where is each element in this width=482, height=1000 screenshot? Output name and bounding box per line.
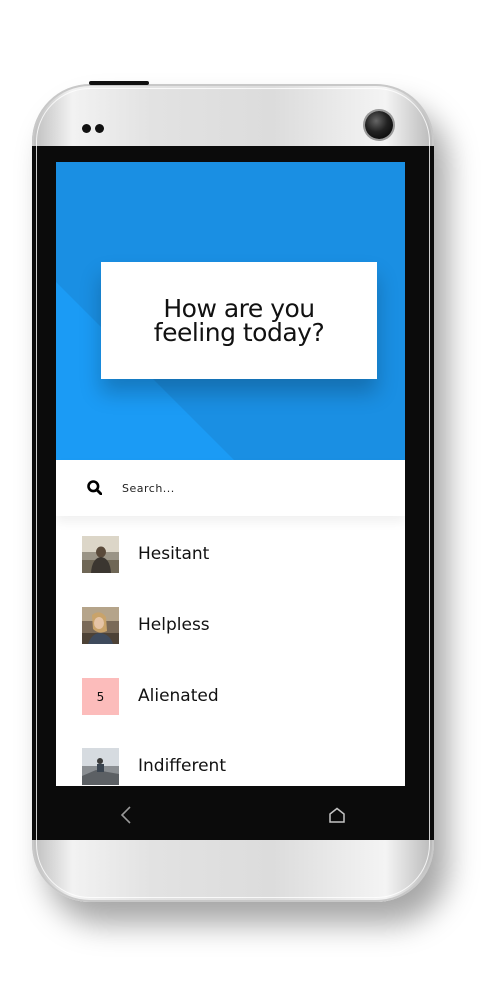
speaker-dots [82, 124, 104, 133]
front-camera-icon [365, 111, 393, 139]
search-icon[interactable] [87, 480, 102, 495]
search-input[interactable] [122, 478, 382, 498]
number-badge: 5 [82, 678, 119, 715]
mood-label: Indifferent [138, 756, 226, 776]
stage: How are you feeling today? Search... Hes… [0, 0, 482, 1000]
hero-banner: How are you feeling today? [56, 162, 405, 460]
hero-card: How are you feeling today? [101, 262, 377, 379]
list-item-indifferent[interactable]: Indifferent [56, 748, 405, 786]
chevron-left-icon[interactable] [119, 804, 133, 826]
list-item-hesitant[interactable]: Hesitant [56, 536, 405, 596]
mood-label: Helpless [138, 615, 210, 635]
app-screen: How are you feeling today? Search... Hes… [56, 162, 405, 786]
thumbnail-image [82, 536, 119, 573]
thumbnail-image [82, 607, 119, 644]
mood-label: Hesitant [138, 544, 210, 564]
phone-frame: How are you feeling today? Search... Hes… [32, 81, 434, 902]
list-item-helpless[interactable]: Helpless [56, 607, 405, 667]
mood-label: Alienated [138, 686, 219, 706]
power-button [89, 81, 149, 85]
phone-bezel: How are you feeling today? Search... Hes… [32, 146, 434, 840]
home-icon[interactable] [328, 807, 346, 823]
hero-title: How are you feeling today? [153, 293, 325, 347]
list-item-alienated[interactable]: 5 Alienated [56, 678, 405, 738]
search-bar [56, 460, 405, 516]
thumbnail-image [82, 748, 119, 785]
